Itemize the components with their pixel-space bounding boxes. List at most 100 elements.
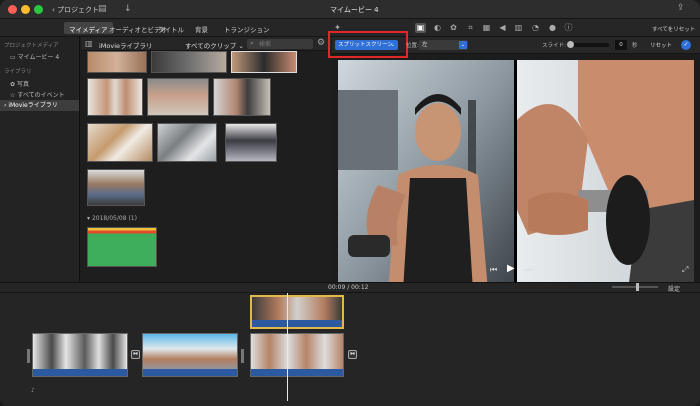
clip-audio-bar <box>33 369 127 376</box>
sidebar-toggle-icon[interactable]: ▥ <box>85 39 93 48</box>
media-thumbnail[interactable] <box>225 123 277 162</box>
library-title: iMovieライブラリ <box>99 42 153 50</box>
chevron-left-icon: ‹ <box>52 6 55 14</box>
split-screen-frame <box>338 60 694 291</box>
disclosure-icon: › <box>4 102 7 109</box>
hand <box>528 192 588 235</box>
media-import-icon[interactable]: ▤ <box>98 4 107 14</box>
sidebar-item-photos[interactable]: ✿ 写真 <box>10 79 29 88</box>
timeline: 00:09 / 00:12 設定 ⧓ ⧓ ♪ <box>0 282 700 406</box>
dumbbell-left <box>348 235 390 257</box>
library-header: ライブラリ <box>4 69 32 75</box>
media-thumbnail[interactable] <box>213 78 271 116</box>
reset-all-button[interactable]: すべてをリセット <box>647 23 700 35</box>
tab-transitions[interactable]: トランジション <box>219 22 275 34</box>
clip-filter-icon[interactable]: ● <box>547 23 558 33</box>
settings-gear-icon[interactable]: ⚙ <box>317 38 325 48</box>
timeline-clip[interactable] <box>32 333 128 377</box>
transition-icon[interactable]: ⧓ <box>131 350 140 359</box>
video-preview <box>338 60 694 291</box>
clip-audio-bar <box>252 320 342 327</box>
viewer-panel: スプリットスクリーン ⌄ 位置: 左 ⌄ スライド: 0 秒 リセット ✓ 🎙 … <box>328 31 700 291</box>
media-thumbnail[interactable] <box>87 169 145 206</box>
imovie-window: ‹ プロジェクト ▤ ↓ マイムービー 4 ⇪ マイメディア オーディオとビデオ… <box>0 0 700 406</box>
search-input[interactable] <box>259 40 309 48</box>
search-field[interactable]: ⌕ <box>247 39 313 49</box>
zoom-window-button[interactable] <box>34 5 43 14</box>
skip-back-icon[interactable]: ⏮ <box>490 265 497 275</box>
search-icon: ⌕ <box>250 39 254 47</box>
timeline-clip[interactable] <box>142 333 238 377</box>
share-icon[interactable]: ⇪ <box>677 3 685 13</box>
close-window-button[interactable] <box>8 5 17 14</box>
timeline-clip[interactable] <box>250 333 344 377</box>
clip-audio-bar <box>251 369 343 376</box>
dumbbell-plate <box>606 175 650 265</box>
browser-bar: ▥ iMovieライブラリ すべてのクリップ ⌄ ⌕ ⚙ <box>81 37 331 51</box>
crop-icon[interactable]: ⌗ <box>465 23 476 33</box>
sidebar-item-project[interactable]: ▭ マイムービー 4 <box>10 52 59 61</box>
date-group-header[interactable]: ▾ 2018/05/08 (1) <box>87 215 137 222</box>
audio-icon[interactable]: ♪ <box>31 387 35 394</box>
slide-value[interactable]: 0 <box>615 40 627 50</box>
play-icon[interactable]: ▶ <box>507 263 515 274</box>
window-title: マイムービー 4 <box>330 6 379 14</box>
zoom-slider[interactable] <box>612 283 658 291</box>
media-thumbnail[interactable] <box>157 123 217 162</box>
color-correction-icon[interactable]: ✿ <box>448 23 459 33</box>
overlay-settings-bar: スプリットスクリーン ⌄ 位置: 左 ⌄ スライド: 0 秒 リセット ✓ <box>328 31 700 58</box>
overlay-settings-icon[interactable]: ▣ <box>415 23 426 33</box>
slide-unit: 秒 <box>632 43 638 49</box>
fullscreen-icon[interactable]: ⤢ <box>682 265 688 275</box>
tab-titles[interactable]: タイトル <box>153 22 189 34</box>
download-icon[interactable]: ↓ <box>124 4 132 14</box>
face <box>415 103 461 161</box>
media-thumbnail[interactable] <box>87 78 143 116</box>
minimize-window-button[interactable] <box>21 5 30 14</box>
speed-icon[interactable]: ◔ <box>530 23 541 33</box>
clip-handle[interactable] <box>27 349 30 363</box>
chevron-down-icon: ⌄ <box>238 42 244 50</box>
media-thumbnail[interactable] <box>87 123 153 162</box>
microphone-icon[interactable]: 🎙 <box>336 265 346 274</box>
sidebar-item-all-events[interactable]: ☆ すべてのイベント <box>10 90 65 99</box>
tank-top <box>403 178 473 291</box>
apply-check-icon[interactable]: ✓ <box>681 40 691 50</box>
slider-knob[interactable] <box>567 41 574 48</box>
stabilization-icon[interactable]: ▦ <box>481 23 492 33</box>
media-thumbnail[interactable] <box>231 51 297 73</box>
position-label: 位置: <box>406 43 419 49</box>
media-thumbnail[interactable] <box>151 51 227 73</box>
noise-reduction-icon[interactable]: ▥ <box>513 23 524 33</box>
photos-icon: ✿ <box>10 81 16 88</box>
back-to-projects-button[interactable]: ‹ プロジェクト <box>52 5 99 15</box>
slide-label: スライド: <box>542 43 566 49</box>
media-thumbnail[interactable] <box>87 51 147 73</box>
position-select[interactable]: 左 ⌄ <box>419 40 468 50</box>
split-divider <box>514 60 517 291</box>
media-thumbnail[interactable] <box>147 78 209 116</box>
info-icon[interactable]: ⓘ <box>563 23 574 33</box>
overlay-clip[interactable] <box>250 295 344 329</box>
clip-filter-select[interactable]: すべてのクリップ ⌄ <box>185 40 244 50</box>
timecode: 00:09 / 00:12 <box>328 284 369 291</box>
chevron-down-icon: ⌄ <box>459 41 467 49</box>
playhead[interactable] <box>287 293 288 401</box>
clip-handle[interactable] <box>241 349 244 363</box>
reset-button[interactable]: リセット <box>650 41 672 49</box>
volume-icon[interactable]: ◀ <box>497 23 508 33</box>
slide-slider[interactable] <box>567 41 609 48</box>
zoom-knob[interactable] <box>636 283 639 291</box>
star-icon: ☆ <box>10 92 16 99</box>
film-icon: ▭ <box>10 54 16 61</box>
disclosure-down-icon: ▾ <box>87 215 91 222</box>
timeline-settings-button[interactable]: 設定 <box>668 284 680 293</box>
sidebar-item-imovie-library[interactable]: › iMovieライブラリ <box>0 100 79 111</box>
media-thumbnail[interactable] <box>87 227 157 267</box>
color-balance-icon[interactable]: ◐ <box>432 23 443 33</box>
tab-backgrounds[interactable]: 背景 <box>190 22 213 34</box>
clip-audio-bar <box>143 369 237 376</box>
skip-forward-icon[interactable]: ⏭ <box>525 265 532 275</box>
transition-icon[interactable]: ⧓ <box>348 350 357 359</box>
project-media-header: プロジェクトメディア <box>4 43 59 49</box>
